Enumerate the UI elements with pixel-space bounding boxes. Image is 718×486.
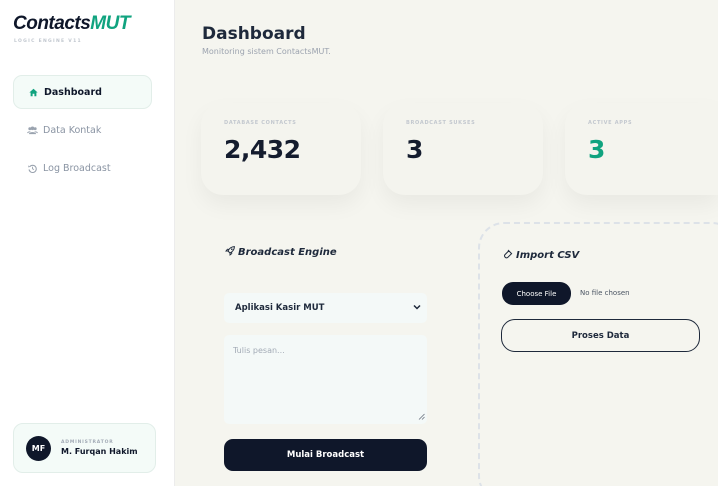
stat-label: ACTIVE APPS [588, 120, 633, 126]
stat-card-database-contacts: DATABASE CONTACTS 2,432 [201, 103, 361, 195]
stat-value: 2,432 [224, 135, 301, 164]
process-data-button[interactable]: Proses Data [501, 319, 700, 352]
stat-value: 3 [588, 135, 605, 164]
sidebar: ContactsMUT LOGIC ENGINE V11 Dashboard D… [0, 0, 175, 486]
rocket-icon [225, 246, 235, 259]
page-title: Dashboard [202, 24, 306, 44]
app-select-value: Aplikasi Kasir MUT [235, 303, 325, 313]
brand-name-primary: Contacts [13, 13, 91, 34]
stat-card-active-apps: ACTIVE APPS 3 [565, 103, 718, 195]
sidebar-item-label: Log Broadcast [43, 162, 111, 174]
stat-value: 3 [406, 135, 423, 164]
user-role: ADMINISTRATOR [61, 440, 114, 445]
sidebar-item-dashboard[interactable]: Dashboard [13, 75, 152, 109]
user-info: ADMINISTRATOR M. Furqan Hakim [61, 440, 138, 456]
import-csv-title: Import CSV [503, 249, 579, 262]
home-icon [27, 88, 40, 97]
page-subtitle: Monitoring sistem ContactsMUT. [202, 47, 331, 56]
start-broadcast-button[interactable]: Mulai Broadcast [224, 439, 427, 471]
broadcast-engine-title: Broadcast Engine [225, 246, 337, 259]
app-select[interactable]: Aplikasi Kasir MUT [224, 293, 427, 323]
stat-card-broadcast-sukses: BROADCAST SUKSES 3 [383, 103, 543, 195]
user-profile-card[interactable]: MF ADMINISTRATOR M. Furqan Hakim [13, 423, 156, 473]
sidebar-item-data-kontak[interactable]: Data Kontak [13, 113, 152, 147]
history-icon [26, 164, 39, 173]
choose-file-button[interactable]: Choose File [502, 282, 571, 305]
sidebar-item-label: Dashboard [44, 86, 102, 98]
message-placeholder: Tulis pesan... [233, 346, 285, 355]
message-textarea[interactable]: Tulis pesan... [224, 335, 427, 424]
brand-tagline: LOGIC ENGINE V11 [14, 39, 82, 44]
stat-label: BROADCAST SUKSES [406, 120, 476, 126]
sidebar-item-label: Data Kontak [43, 124, 102, 136]
sidebar-item-log-broadcast[interactable]: Log Broadcast [13, 151, 152, 185]
stat-label: DATABASE CONTACTS [224, 120, 297, 126]
brand-logo[interactable]: ContactsMUT [13, 14, 130, 33]
chevron-down-icon [413, 303, 421, 313]
file-status: No file chosen [580, 289, 630, 297]
brand-name-accent: MUT [90, 13, 130, 34]
import-csv-title-text: Import CSV [516, 250, 580, 261]
avatar: MF [26, 435, 51, 461]
users-icon [26, 126, 39, 135]
user-name: M. Furqan Hakim [61, 447, 138, 456]
broadcast-engine-title-text: Broadcast Engine [238, 247, 337, 258]
upload-file-icon [503, 249, 513, 262]
resize-grip-icon[interactable] [418, 413, 425, 422]
